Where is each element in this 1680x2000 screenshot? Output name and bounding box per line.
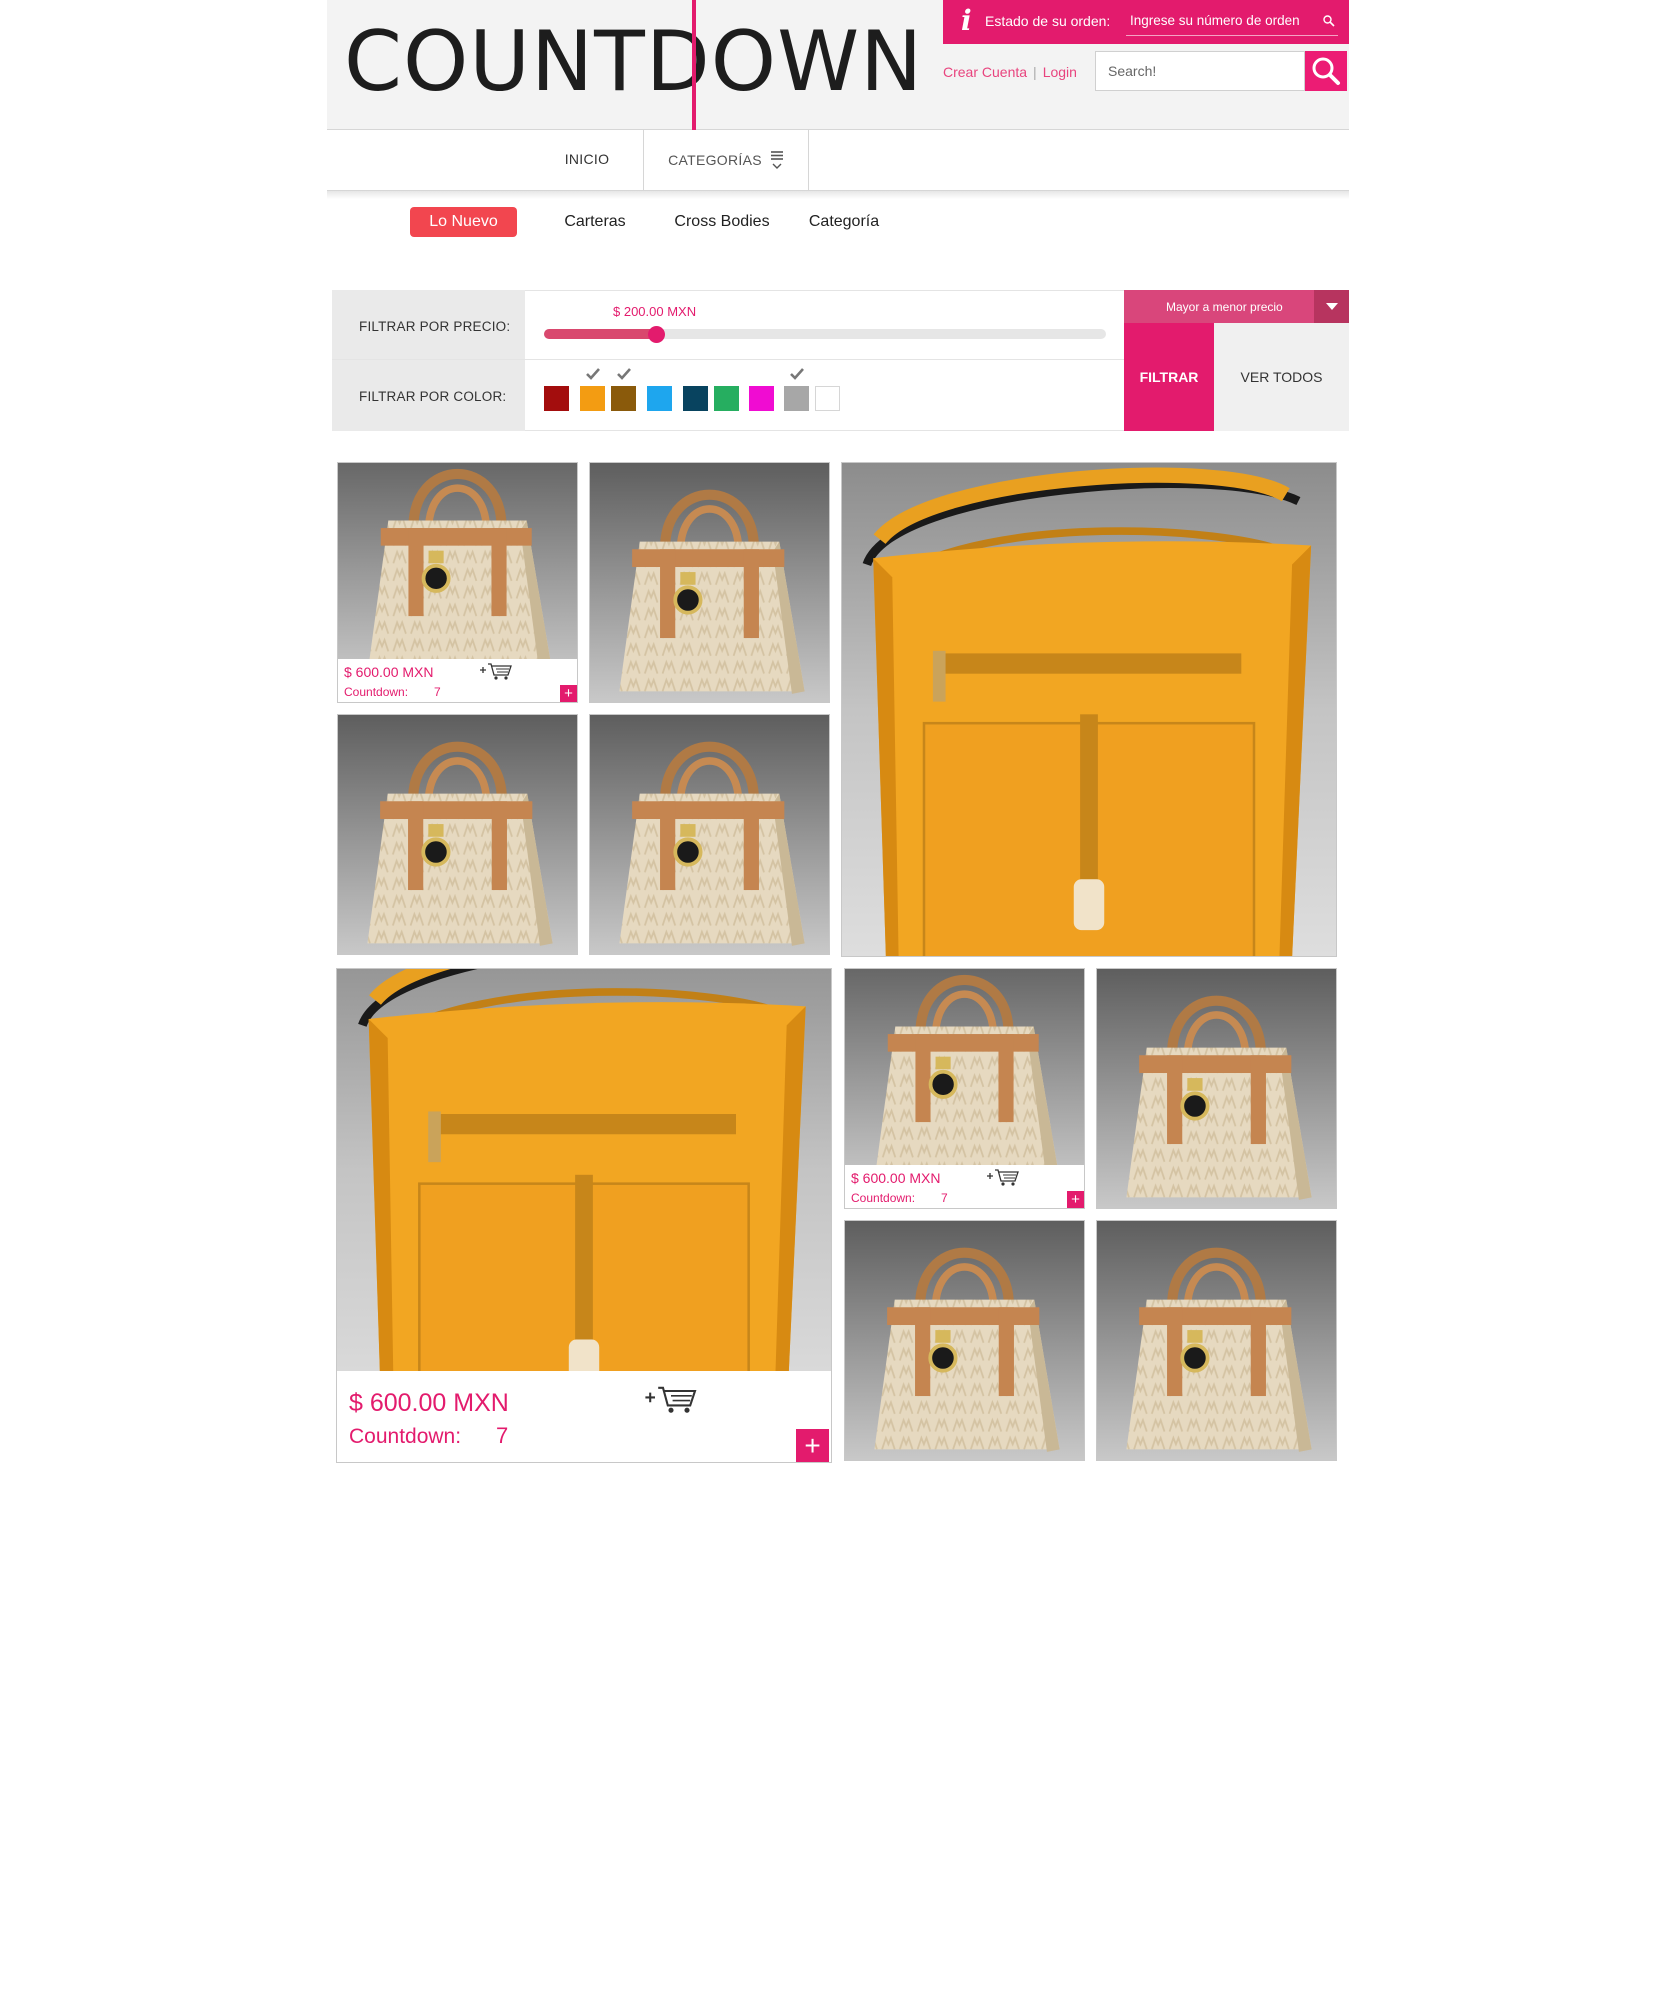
check-icon xyxy=(790,368,804,380)
product-card[interactable] xyxy=(589,714,830,955)
countdown-label: Countdown: xyxy=(851,1191,916,1205)
main-nav: INICIO CATEGORÍAS xyxy=(327,130,1349,191)
product-info: $ 600.00 MXN Countdown: 7 + xyxy=(337,1371,831,1462)
add-to-cart-icon[interactable] xyxy=(642,1383,700,1415)
nav-shadow xyxy=(327,191,1349,199)
product-price: $ 600.00 MXN xyxy=(349,1389,509,1417)
site-logo[interactable]: COUNTDOWN xyxy=(344,20,923,103)
order-status-bar: i Estado de su orden: xyxy=(943,0,1349,44)
nav-categorias[interactable]: CATEGORÍAS xyxy=(643,130,809,190)
price-slider[interactable] xyxy=(544,326,1106,343)
color-swatch[interactable] xyxy=(611,386,636,411)
product-card[interactable]: $ 600.00 MXN Countdown: 7 + xyxy=(844,968,1085,1209)
create-account-link[interactable]: Crear Cuenta xyxy=(943,64,1027,80)
search-icon xyxy=(1312,57,1340,85)
tab-lo-nuevo[interactable]: Lo Nuevo xyxy=(410,207,517,237)
product-card[interactable] xyxy=(1096,1220,1337,1461)
nav-inicio-label: INICIO xyxy=(564,151,610,167)
product-card[interactable] xyxy=(841,462,1337,957)
countdown-value: 7 xyxy=(941,1191,948,1205)
countdown-value: 7 xyxy=(434,685,441,699)
product-image xyxy=(845,1221,1084,1461)
search-input[interactable] xyxy=(1095,51,1305,91)
product-image xyxy=(845,969,1084,1167)
product-image xyxy=(590,463,829,703)
plus-icon[interactable]: + xyxy=(560,685,577,702)
filter-panel: FILTRAR POR PRECIO: FILTRAR POR COLOR: $… xyxy=(332,290,1349,431)
filter-labels: FILTRAR POR PRECIO: FILTRAR POR COLOR: xyxy=(332,290,525,431)
account-links: Crear Cuenta | Login xyxy=(943,64,1077,80)
product-card[interactable]: $ 600.00 MXN Countdown: 7 + xyxy=(336,968,832,1463)
plus-icon[interactable]: + xyxy=(1067,1191,1084,1208)
tab-cross-bodies[interactable]: Cross Bodies xyxy=(662,207,782,237)
nav-inicio[interactable]: INICIO xyxy=(531,130,643,190)
category-tabs: Lo Nuevo Carteras Cross Bodies Categoría xyxy=(327,207,1349,237)
product-card[interactable] xyxy=(1096,968,1337,1209)
site-header: COUNTDOWN i Estado de su orden: Crear Cu… xyxy=(327,0,1349,130)
product-image xyxy=(842,463,1336,957)
logo-divider xyxy=(692,0,696,130)
product-card[interactable] xyxy=(844,1220,1085,1461)
color-swatch[interactable] xyxy=(749,386,774,411)
product-image xyxy=(1097,969,1336,1209)
info-icon: i xyxy=(961,4,972,37)
chevron-down-icon[interactable] xyxy=(1314,290,1349,323)
price-filter-label: FILTRAR POR PRECIO: xyxy=(359,319,511,334)
tab-carteras[interactable]: Carteras xyxy=(545,207,645,237)
search-icon[interactable] xyxy=(1323,15,1335,27)
product-image xyxy=(1097,1221,1336,1461)
link-separator: | xyxy=(1033,64,1037,80)
product-info: $ 600.00 MXN Countdown: 7 + xyxy=(845,1165,1084,1208)
color-swatch[interactable] xyxy=(544,386,569,411)
search-button[interactable] xyxy=(1305,51,1347,91)
product-card[interactable]: $ 600.00 MXN Countdown: 7 + xyxy=(337,462,578,703)
check-icon xyxy=(617,368,631,380)
check-icon xyxy=(586,368,600,380)
filter-controls: $ 200.00 MXN xyxy=(525,290,1124,431)
color-swatch[interactable] xyxy=(683,386,708,411)
login-link[interactable]: Login xyxy=(1043,64,1077,80)
color-swatch[interactable] xyxy=(815,386,840,411)
color-filter-label: FILTRAR POR COLOR: xyxy=(359,389,507,404)
filter-button[interactable]: FILTRAR xyxy=(1124,323,1214,431)
color-swatch[interactable] xyxy=(714,386,739,411)
color-swatch[interactable] xyxy=(784,386,809,411)
view-all-button[interactable]: VER TODOS xyxy=(1214,323,1349,431)
order-status-label: Estado de su orden: xyxy=(985,13,1111,29)
product-card[interactable] xyxy=(589,462,830,703)
color-swatch[interactable] xyxy=(580,386,605,411)
product-image xyxy=(590,715,829,955)
countdown-label: Countdown: xyxy=(349,1425,462,1448)
color-swatch[interactable] xyxy=(647,386,672,411)
product-price: $ 600.00 MXN xyxy=(851,1170,941,1186)
countdown-label: Countdown: xyxy=(344,685,409,699)
countdown-value: 7 xyxy=(496,1423,509,1448)
product-price: $ 600.00 MXN xyxy=(344,664,434,680)
add-to-cart-icon[interactable] xyxy=(986,1167,1020,1187)
product-image xyxy=(337,969,831,1373)
tab-categoria[interactable]: Categoría xyxy=(794,207,894,237)
price-value: $ 200.00 MXN xyxy=(613,304,697,319)
price-slider-fill xyxy=(544,329,657,339)
price-slider-handle[interactable] xyxy=(648,326,666,343)
product-image xyxy=(338,715,577,955)
sort-select-value: Mayor a menor precio xyxy=(1166,299,1283,314)
product-info: $ 600.00 MXN Countdown: 7 + xyxy=(338,659,577,702)
order-number-input[interactable] xyxy=(1126,6,1338,36)
nav-categorias-label: CATEGORÍAS xyxy=(668,152,762,168)
product-card[interactable] xyxy=(337,714,578,955)
sort-select[interactable]: Mayor a menor precio xyxy=(1124,290,1349,323)
add-to-cart-icon[interactable] xyxy=(479,661,513,681)
chevron-down-icon xyxy=(772,163,782,169)
plus-icon[interactable]: + xyxy=(796,1429,829,1462)
product-image xyxy=(338,463,577,661)
hamburger-icon xyxy=(770,151,783,169)
